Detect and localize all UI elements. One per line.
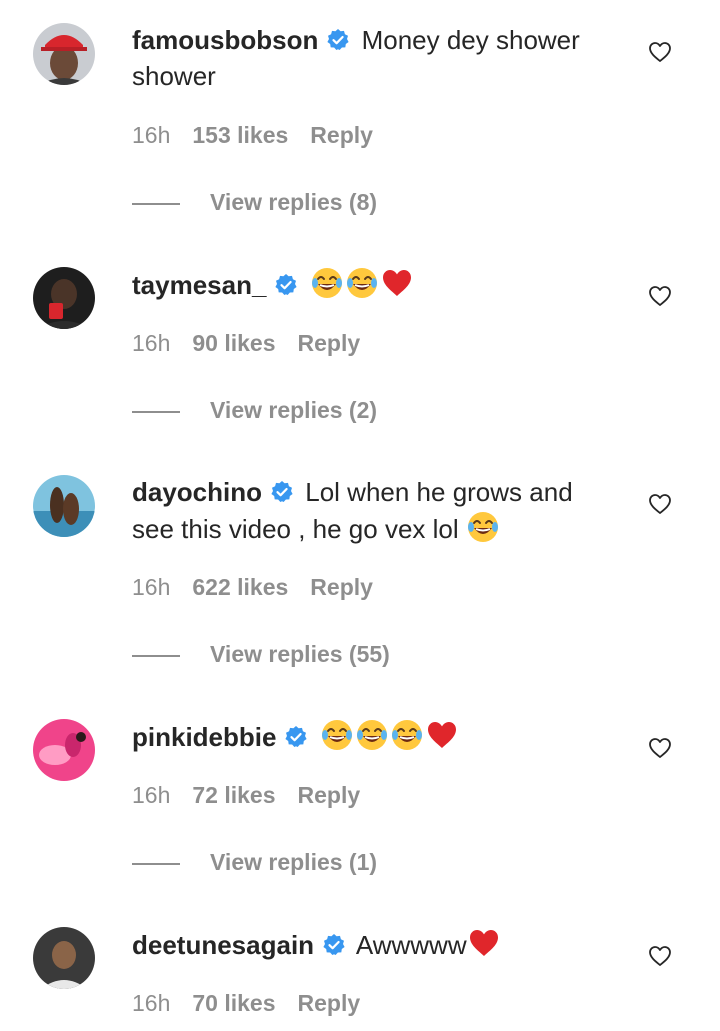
heart-outline-icon[interactable] bbox=[648, 944, 672, 968]
comment-body: dayochino Lol when he grows and see this… bbox=[132, 474, 612, 547]
avatar[interactable] bbox=[33, 927, 95, 989]
likes-count[interactable]: 622 likes bbox=[192, 574, 288, 600]
username[interactable]: famousbobson bbox=[132, 25, 318, 55]
likes-count[interactable]: 153 likes bbox=[192, 122, 288, 148]
divider-line bbox=[132, 862, 180, 865]
view-replies-label: View replies (2) bbox=[210, 397, 378, 423]
avatar[interactable] bbox=[33, 719, 95, 781]
face-with-tears-of-joy-icon bbox=[346, 268, 377, 298]
view-replies-button[interactable]: View replies (1) bbox=[132, 849, 377, 876]
verified-badge-icon bbox=[275, 274, 298, 295]
comment-text: Awwwww bbox=[355, 930, 467, 960]
divider-line bbox=[132, 410, 180, 413]
divider-line bbox=[132, 202, 180, 205]
timestamp: 16h bbox=[132, 574, 171, 600]
view-replies-label: View replies (1) bbox=[210, 849, 378, 875]
heart-outline-icon[interactable] bbox=[648, 40, 672, 64]
likes-count[interactable]: 70 likes bbox=[192, 990, 275, 1016]
verified-badge-icon bbox=[271, 481, 293, 502]
view-replies-button[interactable]: View replies (55) bbox=[132, 641, 390, 668]
reply-button[interactable]: Reply bbox=[298, 330, 361, 356]
view-replies-button[interactable]: View replies (8) bbox=[132, 189, 377, 216]
heart-outline-icon[interactable] bbox=[648, 284, 672, 308]
face-with-tears-of-joy-icon bbox=[321, 720, 352, 750]
verified-badge-icon bbox=[323, 934, 345, 955]
view-replies-label: View replies (8) bbox=[210, 189, 378, 215]
comment-body: taymesan_ bbox=[132, 266, 612, 303]
comment-meta: 16h 90 likes Reply bbox=[132, 330, 360, 357]
red-heart-icon bbox=[382, 270, 411, 296]
heart-outline-icon[interactable] bbox=[648, 736, 672, 760]
username[interactable]: dayochino bbox=[132, 477, 262, 507]
avatar[interactable] bbox=[33, 267, 95, 329]
username[interactable]: pinkidebbie bbox=[132, 722, 276, 752]
verified-badge-icon bbox=[327, 29, 349, 50]
heart-outline-icon[interactable] bbox=[648, 492, 672, 516]
divider-line bbox=[132, 654, 180, 657]
likes-count[interactable]: 90 likes bbox=[192, 330, 275, 356]
comment-meta: 16h 153 likes Reply bbox=[132, 122, 373, 149]
red-heart-icon bbox=[469, 930, 498, 956]
red-heart-icon bbox=[427, 722, 456, 748]
likes-count[interactable]: 72 likes bbox=[192, 782, 275, 808]
reply-button[interactable]: Reply bbox=[310, 122, 373, 148]
view-replies-button[interactable]: View replies (2) bbox=[132, 397, 377, 424]
face-with-tears-of-joy-icon bbox=[311, 268, 342, 298]
reply-button[interactable]: Reply bbox=[298, 990, 361, 1016]
avatar[interactable] bbox=[33, 475, 95, 537]
comment-meta: 16h 622 likes Reply bbox=[132, 574, 373, 601]
timestamp: 16h bbox=[132, 122, 171, 148]
face-with-tears-of-joy-icon bbox=[467, 512, 498, 542]
face-with-tears-of-joy-icon bbox=[391, 720, 422, 750]
comment-body: famousbobson Money dey shower shower bbox=[132, 22, 612, 94]
username[interactable]: taymesan_ bbox=[132, 270, 266, 300]
comment-body: deetunesagain Awwwww bbox=[132, 926, 612, 963]
reply-button[interactable]: Reply bbox=[310, 574, 373, 600]
verified-badge-icon bbox=[285, 726, 308, 747]
timestamp: 16h bbox=[132, 782, 171, 808]
timestamp: 16h bbox=[132, 330, 171, 356]
view-replies-label: View replies (55) bbox=[210, 641, 390, 667]
comment-meta: 16h 70 likes Reply bbox=[132, 990, 360, 1017]
face-with-tears-of-joy-icon bbox=[356, 720, 387, 750]
avatar[interactable] bbox=[33, 23, 95, 85]
comment-body: pinkidebbie bbox=[132, 718, 612, 755]
comment-meta: 16h 72 likes Reply bbox=[132, 782, 360, 809]
reply-button[interactable]: Reply bbox=[298, 782, 361, 808]
timestamp: 16h bbox=[132, 990, 171, 1016]
username[interactable]: deetunesagain bbox=[132, 930, 314, 960]
